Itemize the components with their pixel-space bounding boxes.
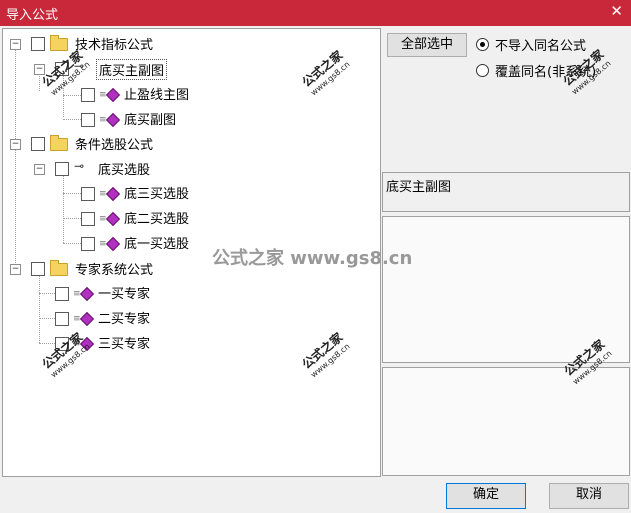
item-checkbox[interactable] — [81, 212, 95, 226]
window-title: 导入公式 — [6, 8, 59, 23]
formula-name-box: 底买主副图 — [382, 172, 630, 212]
radio-skip-label[interactable]: 不导入同名公式 — [495, 35, 586, 54]
tree-item-selected[interactable]: 底买主副图 — [96, 59, 168, 80]
tree-line — [39, 275, 40, 343]
select-all-button[interactable]: 全部选中 — [387, 33, 467, 57]
group-checkbox[interactable] — [31, 137, 45, 151]
collapse-toggle[interactable]: − — [10, 39, 21, 50]
list-icon: ≡ — [99, 115, 106, 125]
tree-line — [63, 218, 81, 219]
tree-item[interactable]: 底二买选股 — [124, 208, 189, 227]
tree-item[interactable]: 底一买选股 — [124, 233, 189, 252]
group-label[interactable]: 技术指标公式 — [75, 34, 153, 53]
tree-line — [15, 45, 16, 267]
watermark: 公式之家 www.gs8.cn — [299, 48, 352, 98]
collapse-toggle[interactable]: − — [10, 264, 21, 275]
tree-line — [63, 119, 81, 120]
diamond-icon — [105, 87, 121, 103]
tree-item[interactable]: 底买选股 — [98, 159, 150, 178]
diamond-icon — [79, 311, 95, 327]
diamond-icon — [105, 186, 121, 202]
diamond-icon — [105, 112, 121, 128]
tree-item[interactable]: 止盈线主图 — [124, 84, 189, 103]
radio-skip-duplicates[interactable] — [476, 38, 489, 51]
radio-overwrite[interactable] — [476, 64, 489, 77]
watermark: 公式之家 www.gs8.cn — [39, 330, 92, 380]
cancel-button[interactable]: 取消 — [549, 483, 629, 509]
collapse-toggle[interactable]: − — [10, 139, 21, 150]
tree-item[interactable]: 底买副图 — [124, 109, 176, 128]
folder-icon — [50, 135, 68, 151]
list-icon: ≡ — [99, 239, 106, 249]
tree-line — [63, 175, 64, 243]
item-checkbox[interactable] — [55, 312, 69, 326]
tree-line — [63, 193, 81, 194]
close-icon[interactable]: ✕ — [610, 2, 623, 20]
tree-line — [63, 243, 81, 244]
diamond-icon — [105, 236, 121, 252]
list-icon: ≡ — [99, 214, 106, 224]
ok-button[interactable]: 确定 — [446, 483, 526, 509]
collapse-toggle[interactable]: − — [34, 164, 45, 175]
watermark: 公式之家 www.gs8.cn — [299, 330, 352, 380]
group-label[interactable]: 专家系统公式 — [75, 259, 153, 278]
detail-box: 公式之家 www.gs8.cn — [382, 337, 630, 476]
list-icon: ≡ — [99, 90, 106, 100]
group-checkbox[interactable] — [31, 262, 45, 276]
diamond-icon — [79, 286, 95, 302]
item-checkbox[interactable] — [55, 287, 69, 301]
formula-name: 底买主副图 — [386, 180, 452, 195]
tree-item[interactable]: 底三买选股 — [124, 183, 189, 202]
tree-item[interactable]: 三买专家 — [98, 333, 150, 352]
group-label[interactable]: 条件选股公式 — [75, 134, 153, 153]
key-icon: ⊸ — [74, 159, 85, 173]
tree-item[interactable]: 二买专家 — [98, 308, 150, 327]
folder-icon — [50, 35, 68, 51]
item-checkbox[interactable] — [81, 88, 95, 102]
list-icon: ≡ — [73, 314, 80, 324]
diamond-icon — [105, 211, 121, 227]
folder-icon — [50, 260, 68, 276]
group-checkbox[interactable] — [31, 37, 45, 51]
item-checkbox[interactable] — [81, 187, 95, 201]
list-icon: ≡ — [99, 189, 106, 199]
title-bar: 导入公式 ✕ — [0, 0, 631, 26]
tree-item[interactable]: 一买专家 — [98, 283, 150, 302]
item-checkbox[interactable] — [81, 113, 95, 127]
tree-line — [63, 95, 81, 96]
list-icon: ≡ — [73, 289, 80, 299]
item-checkbox[interactable] — [81, 237, 95, 251]
item-checkbox[interactable] — [55, 162, 69, 176]
center-watermark: 公式之家 www.gs8.cn — [212, 248, 413, 269]
